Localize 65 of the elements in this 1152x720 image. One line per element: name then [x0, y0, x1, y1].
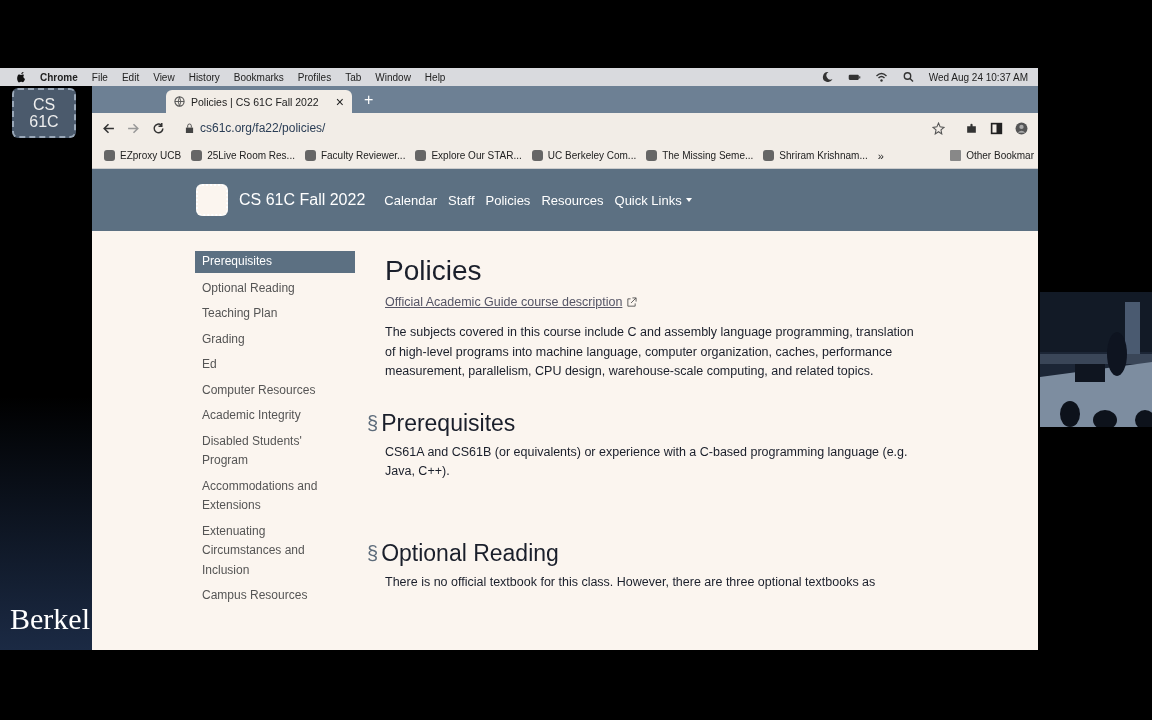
section-paragraph: There is no official textbook for this class. However, there are three optional textbooks as	[385, 573, 877, 591]
sidebar-item[interactable]: Grading	[195, 329, 355, 349]
lock-icon	[185, 122, 194, 134]
bookmark-item[interactable]: Shriram Krishnam...	[763, 150, 868, 161]
bookmark-item[interactable]: EZproxy UCB	[104, 150, 182, 161]
sidebar-item[interactable]: Accommodations and Extensions	[195, 476, 355, 516]
nav-link[interactable]: Resources	[541, 192, 604, 208]
globe-icon	[174, 96, 185, 107]
wifi-icon[interactable]	[874, 71, 888, 83]
sidebar-item[interactable]: Extenuating Circumstances and Inclusion	[195, 521, 355, 580]
avatar-icon[interactable]	[1015, 121, 1028, 135]
menu-item[interactable]: History	[188, 71, 220, 83]
site-title[interactable]: CS 61C Fall 2022	[239, 191, 366, 209]
intro-paragraph: The subjects covered in this course include C and assembly language programming, translation of high-level programs into machine language, computer organization, caches, performance measurement, parallelism, CPU design, warehouse-scale computing, and related topics.	[385, 324, 915, 380]
reload-icon[interactable]	[152, 121, 165, 135]
course-description-link[interactable]: Official Academic Guide course description	[385, 295, 623, 309]
section-paragraph: CS61A and CS61B (or equivalents) or experience with a C-based programming language (e.g. Java, C++).	[385, 443, 909, 480]
menu-item[interactable]: Help	[424, 71, 446, 83]
search-icon[interactable]	[901, 71, 915, 83]
university-logo-text: Berkel	[10, 602, 90, 636]
star-icon[interactable]	[932, 121, 945, 135]
sidebar-item[interactable]: Disabled Students' Program	[195, 431, 355, 471]
menu-item[interactable]: Tab	[345, 71, 362, 83]
nav-link[interactable]: Staff	[448, 192, 475, 208]
sidebar-item[interactable]: Campus Resources	[195, 586, 355, 606]
menu-item[interactable]: Window	[375, 71, 411, 83]
sidebar-item[interactable]: Ed	[195, 355, 355, 375]
other-bookmarks-folder[interactable]: Other Bookmar	[950, 150, 1034, 161]
bookmark-item[interactable]: 25Live Room Res...	[191, 150, 295, 161]
logo-text: 61C	[29, 113, 59, 130]
close-tab-button[interactable]: ×	[335, 93, 344, 110]
nav-link[interactable]: Policies	[485, 192, 531, 208]
external-link-icon	[626, 296, 638, 308]
sidebar-item[interactable]: Optional Reading	[195, 278, 355, 298]
back-icon[interactable]	[102, 121, 115, 135]
bookmark-item[interactable]: Faculty Reviewer...	[304, 150, 406, 161]
chip-logo-icon	[196, 184, 228, 216]
browser-tab[interactable]: Policies | CS 61C Fall 2022 ×	[166, 90, 352, 113]
bookmark-item[interactable]: UC Berkeley Com...	[531, 150, 637, 161]
menu-item[interactable]: Bookmarks	[233, 71, 284, 83]
menu-item[interactable]: Profiles	[297, 71, 332, 83]
menu-app-name[interactable]: Chrome	[40, 71, 78, 83]
apple-icon[interactable]	[16, 71, 26, 83]
sidebar-item[interactable]: Academic Integrity	[195, 406, 355, 426]
new-tab-button[interactable]: +	[364, 90, 374, 109]
section-heading: Optional Reading	[381, 539, 559, 567]
bookmark-item[interactable]: Explore Our STAR...	[415, 150, 522, 161]
sidebar-item[interactable]: Prerequisites	[195, 251, 355, 273]
sidebar-icon[interactable]	[990, 121, 1003, 135]
page-title: Policies	[385, 255, 483, 287]
sidebar-item[interactable]: Teaching Plan	[195, 304, 355, 324]
logo-text: CS	[32, 96, 56, 113]
menu-item[interactable]: File	[91, 71, 108, 83]
more-bookmarks-button[interactable]: »	[877, 149, 884, 162]
menu-clock: Wed Aug 24 10:37 AM	[928, 71, 1028, 83]
nav-link[interactable]: Calendar	[384, 192, 438, 208]
menu-item[interactable]: Edit	[121, 71, 140, 83]
section-anchor-link[interactable]: §	[367, 411, 379, 435]
nav-link[interactable]: Quick Links	[614, 192, 692, 208]
menu-item[interactable]: View	[153, 71, 175, 83]
sidebar-item[interactable]: Computer Resources	[195, 380, 355, 400]
section-anchor-link[interactable]: §	[367, 541, 379, 565]
moon-icon[interactable]	[820, 71, 834, 83]
section-heading: Prerequisites	[381, 409, 516, 437]
bookmark-item[interactable]: The Missing Seme...	[646, 150, 754, 161]
